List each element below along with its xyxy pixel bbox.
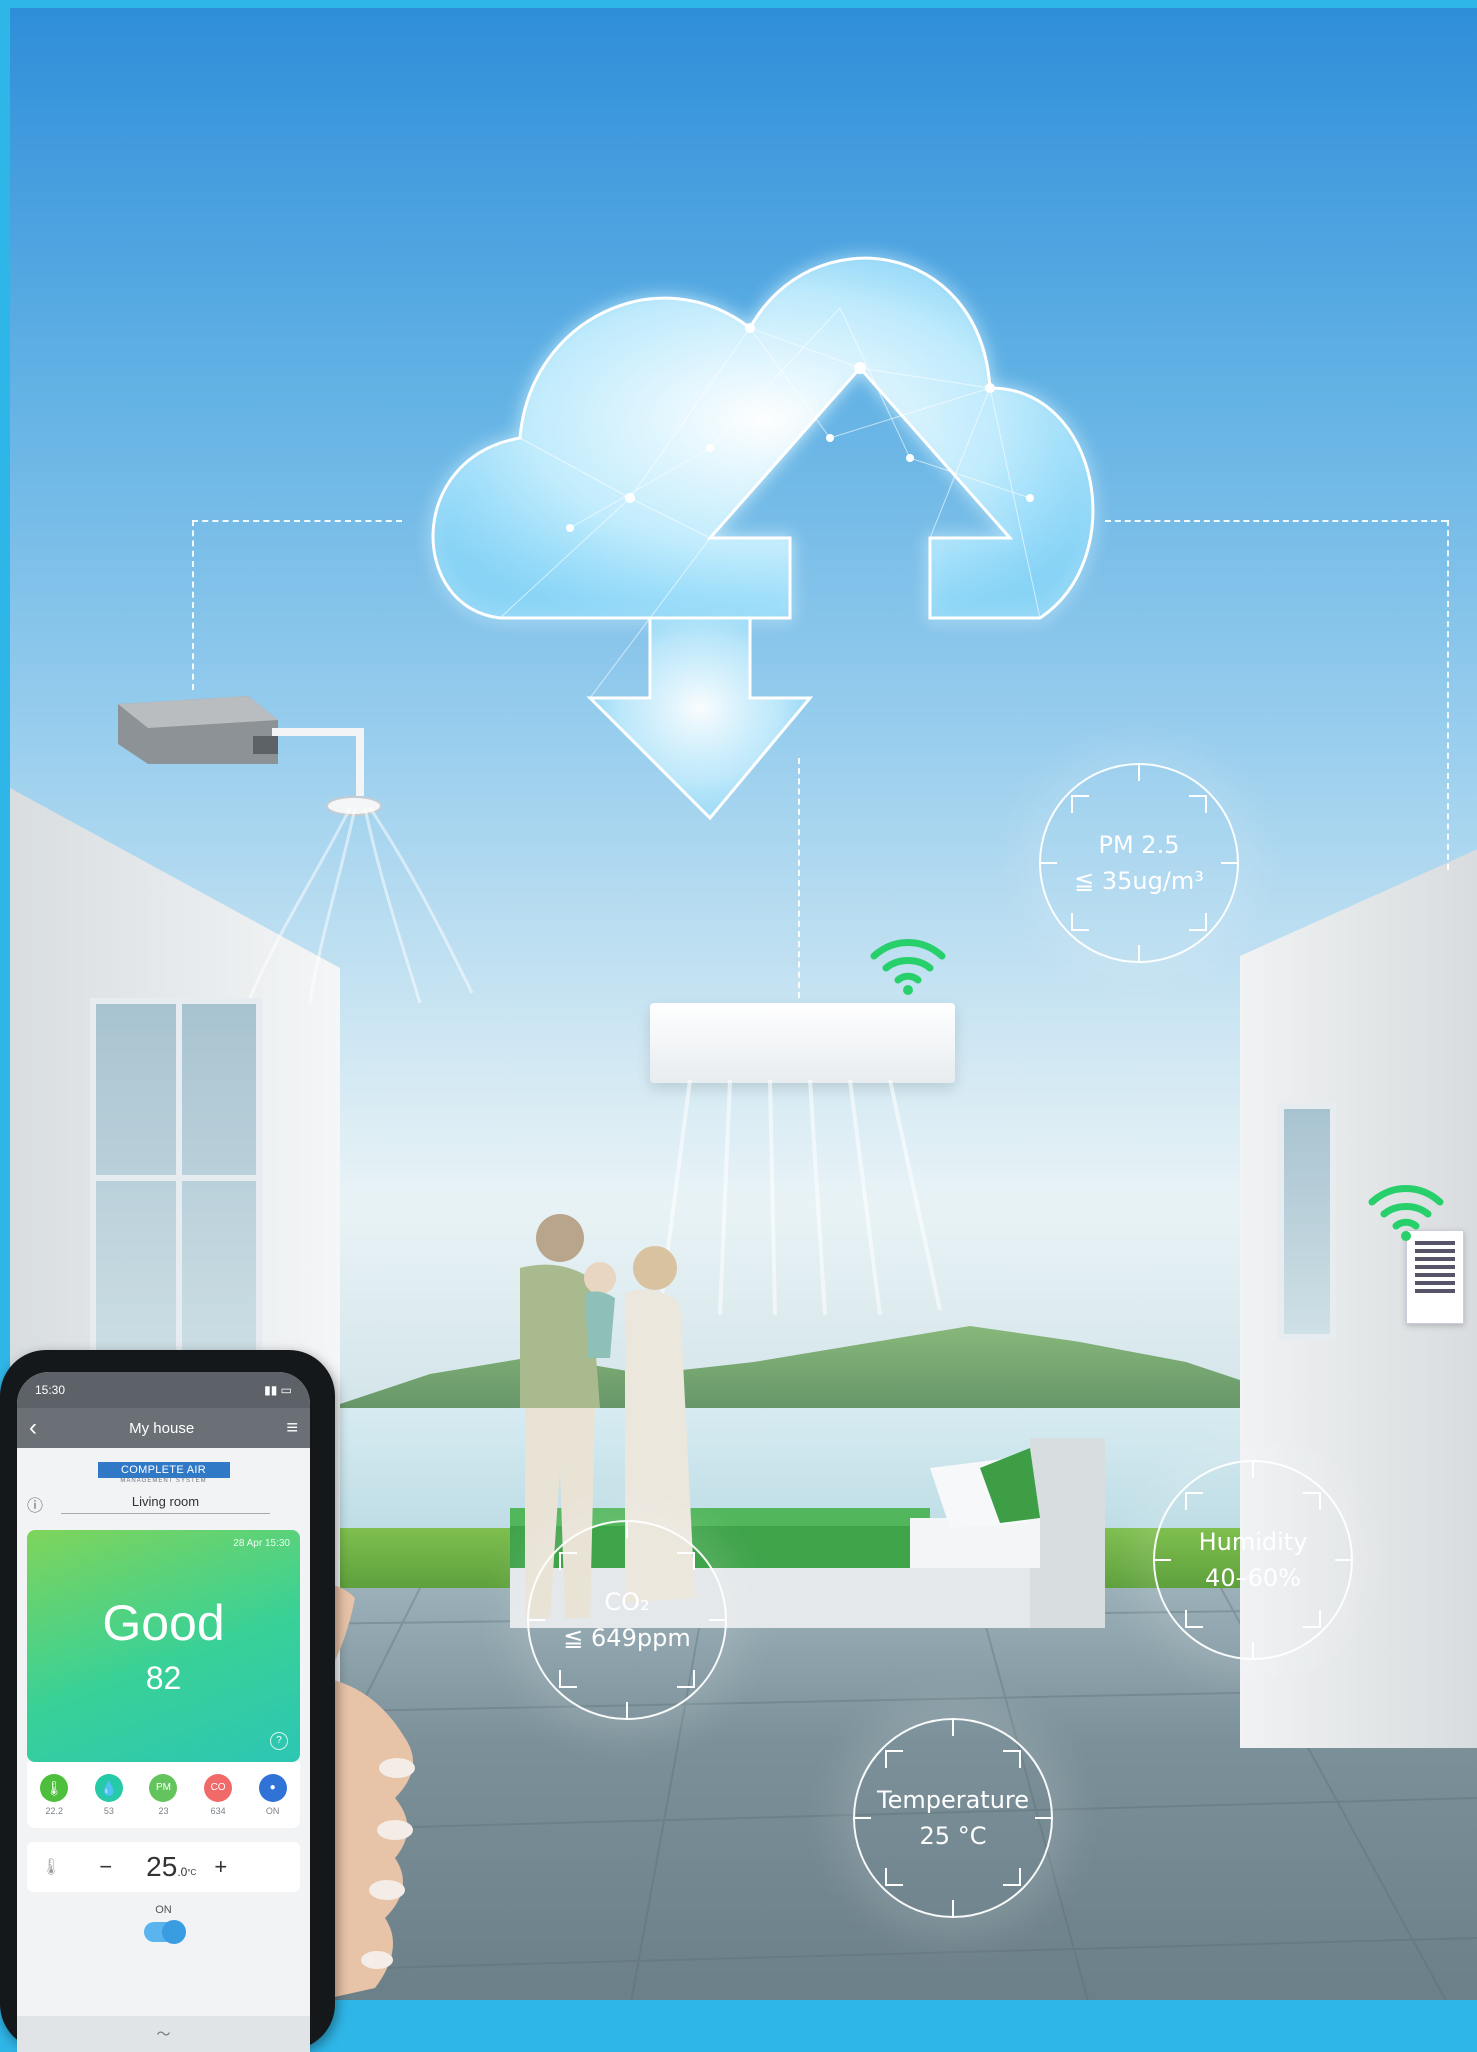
bottom-nav: 〜	[17, 2016, 310, 2052]
wall-controller	[1406, 1230, 1464, 1324]
network-line-right-v	[1447, 520, 1449, 870]
temperature-label: Temperature	[876, 1786, 1030, 1814]
menu-button[interactable]: ≡	[286, 1417, 298, 1440]
thermometer-icon: 🌡	[40, 1774, 69, 1802]
metric-co2[interactable]: CO 634	[204, 1774, 233, 1816]
power-control: ON	[17, 1904, 310, 1944]
metric-value: 53	[103, 1806, 114, 1816]
metric-fan[interactable]: ● ON	[258, 1774, 287, 1816]
air-quality-card[interactable]: 28 Apr 15:30 Good 82 ?	[27, 1530, 300, 1762]
metrics-row: 🌡 22.2 💧 53 PM 23 CO 634 ● ON	[27, 1762, 300, 1828]
aq-timestamp: 28 Apr 15:30	[233, 1538, 290, 1549]
metric-value: 22.2	[45, 1806, 64, 1816]
aq-score: 82	[145, 1660, 182, 1696]
metric-value: 23	[158, 1806, 169, 1816]
metric-value: 634	[210, 1806, 226, 1816]
page-title: My house	[129, 1419, 195, 1437]
temperature-value: 25 °C	[919, 1822, 987, 1850]
app-header: ‹ My house ≡	[17, 1408, 310, 1448]
increase-button[interactable]: +	[214, 1854, 227, 1880]
network-line-left-h	[192, 520, 402, 522]
thermometer-icon: 🌡	[41, 1859, 62, 1876]
aq-status: Good	[102, 1595, 225, 1651]
co2-sensor-readout: CO₂ ≦ 649ppm	[527, 1520, 727, 1720]
temperature-sensor-readout: Temperature 25 °C	[853, 1718, 1053, 1918]
humidity-sensor-readout: Humidity 40–60%	[1153, 1460, 1353, 1660]
chart-icon[interactable]: 〜	[157, 2026, 171, 2042]
pm-icon: PM	[149, 1774, 178, 1802]
metric-temperature[interactable]: 🌡 22.2	[40, 1774, 69, 1816]
setpoint-decimal: .0	[177, 1865, 188, 1879]
status-time: 15:30	[35, 1383, 66, 1397]
decrease-button[interactable]: −	[99, 1854, 112, 1880]
ducted-ventilation-unit	[118, 696, 278, 764]
power-label: ON	[155, 1904, 172, 1916]
pm25-sensor-readout: PM 2.5 ≦ 35ug/m³	[1039, 763, 1239, 963]
cloud-network-icon	[431, 256, 1095, 821]
brand-logo-text: COMPLETE AIR	[97, 1462, 230, 1478]
thermostat-control: 🌡 − 25 .0 °C +	[27, 1842, 300, 1892]
brand-logo: COMPLETE AIR MANAGEMENT SYSTEM	[97, 1462, 230, 1484]
back-button[interactable]: ‹	[29, 1414, 37, 1442]
metric-value: ON	[265, 1806, 280, 1816]
humidity-label: Humidity	[1198, 1528, 1308, 1556]
info-icon[interactable]: ⓘ	[27, 1492, 43, 1516]
phone-screen: 15:30 ▮▮ ▭ ‹ My house ≡ COMPLETE AIR MAN…	[17, 1372, 310, 2052]
network-line-right-h	[1105, 520, 1447, 522]
room-selector[interactable]: Living room	[61, 1494, 270, 1514]
help-icon[interactable]: ?	[270, 1732, 288, 1750]
wifi-icon	[870, 939, 946, 995]
power-toggle[interactable]	[143, 1920, 186, 1944]
signal-battery-icon: ▮▮ ▭	[264, 1383, 292, 1397]
right-window	[1278, 1103, 1336, 1340]
fan-icon: ●	[258, 1774, 287, 1802]
humidity-value: 40–60%	[1205, 1564, 1301, 1592]
metric-pm[interactable]: PM 23	[149, 1774, 178, 1816]
wifi-icon	[1368, 1185, 1444, 1241]
left-window	[90, 998, 262, 1390]
smartphone-mockup: 15:30 ▮▮ ▭ ‹ My house ≡ COMPLETE AIR MAN…	[0, 1350, 335, 2052]
setpoint-unit: °C	[187, 1867, 197, 1877]
diffuser-airflow	[248, 808, 474, 1004]
setpoint-value: 25	[146, 1851, 178, 1882]
co2-value: ≦ 649ppm	[563, 1624, 691, 1652]
network-line-left-v	[192, 520, 194, 690]
metric-humidity[interactable]: 💧 53	[94, 1774, 123, 1816]
room-selector-row: ⓘ Living room	[17, 1484, 310, 1516]
status-bar: 15:30 ▮▮ ▭	[17, 1372, 310, 1408]
pm25-value: ≦ 35ug/m³	[1074, 867, 1204, 895]
wall-air-conditioner	[650, 1003, 955, 1083]
droplet-icon: 💧	[94, 1774, 123, 1802]
pm25-label: PM 2.5	[1098, 831, 1180, 859]
co2-label: CO₂	[604, 1588, 650, 1616]
duct-pipe	[272, 728, 364, 796]
co2-icon: CO	[204, 1774, 233, 1802]
